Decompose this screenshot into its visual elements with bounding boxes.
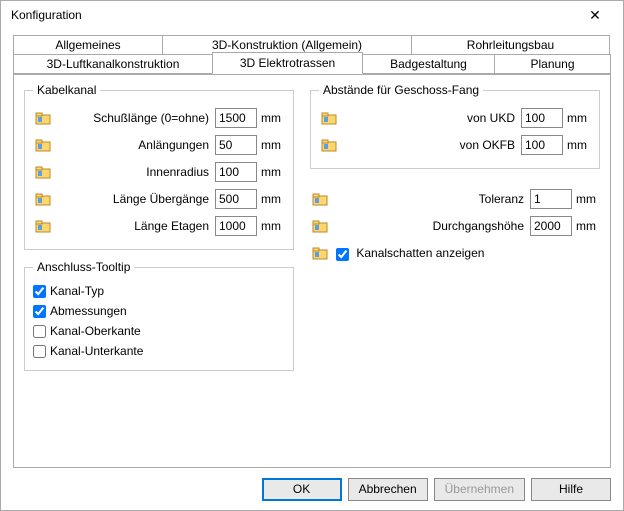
button-bar: OK Abbrechen Übernehmen Hilfe bbox=[1, 468, 623, 510]
folder-icon[interactable] bbox=[310, 218, 330, 234]
unit-anlaengungen: mm bbox=[257, 138, 285, 152]
label-kanalschatten: Kanalschatten anzeigen bbox=[356, 246, 484, 260]
content-area: Allgemeines 3D-Konstruktion (Allgemein) … bbox=[1, 29, 623, 468]
folder-icon[interactable] bbox=[310, 245, 330, 261]
row-kanalschatten: Kanalschatten anzeigen bbox=[310, 241, 600, 265]
tab-row-2: 3D-Luftkanalkonstruktion 3D Elektrotrass… bbox=[13, 54, 611, 74]
unit-uebergaenge: mm bbox=[257, 192, 285, 206]
unit-innenradius: mm bbox=[257, 165, 285, 179]
tab-rohrleitungsbau[interactable]: Rohrleitungsbau bbox=[411, 35, 610, 55]
legend-tooltip: Anschluss-Tooltip bbox=[33, 260, 134, 274]
check-kanalschatten[interactable] bbox=[336, 248, 349, 261]
input-innenradius[interactable] bbox=[215, 162, 257, 182]
label-innenradius: Innenradius bbox=[53, 165, 215, 179]
legend-kabelkanal: Kabelkanal bbox=[33, 83, 100, 97]
unit-etagen: mm bbox=[257, 219, 285, 233]
input-ukd[interactable] bbox=[521, 108, 563, 128]
row-etagen: Länge Etagen mm bbox=[33, 214, 285, 238]
label-uebergaenge: Länge Übergänge bbox=[53, 192, 215, 206]
label-kanaltyp: Kanal-Typ bbox=[50, 284, 104, 298]
folder-icon[interactable] bbox=[310, 191, 330, 207]
folder-icon[interactable] bbox=[33, 137, 53, 153]
group-abstaende: Abstände für Geschoss-Fang von UKD mm vo… bbox=[310, 83, 600, 169]
tab-3d-luftkanal[interactable]: 3D-Luftkanalkonstruktion bbox=[13, 54, 213, 74]
label-schusslaenge: Schußlänge (0=ohne) bbox=[53, 111, 215, 125]
window-title: Konfiguration bbox=[11, 8, 575, 22]
row-oberkante: Kanal-Oberkante bbox=[33, 322, 285, 340]
tab-badgestaltung[interactable]: Badgestaltung bbox=[362, 54, 495, 74]
row-anlaengungen: Anlängungen mm bbox=[33, 133, 285, 157]
help-button[interactable]: Hilfe bbox=[531, 478, 611, 501]
group-tooltip: Anschluss-Tooltip Kanal-Typ Abmessungen bbox=[24, 260, 294, 371]
apply-button[interactable]: Übernehmen bbox=[434, 478, 525, 501]
folder-icon[interactable] bbox=[33, 218, 53, 234]
check-abmessungen[interactable] bbox=[33, 305, 46, 318]
unit-durchgangshoehe: mm bbox=[572, 219, 600, 233]
input-okfb[interactable] bbox=[521, 135, 563, 155]
group-kabelkanal: Kabelkanal Schußlänge (0=ohne) mm Anläng… bbox=[24, 83, 294, 250]
row-abmessungen: Abmessungen bbox=[33, 302, 285, 320]
label-durchgangshoehe: Durchgangshöhe bbox=[330, 219, 530, 233]
folder-icon[interactable] bbox=[33, 164, 53, 180]
input-schusslaenge[interactable] bbox=[215, 108, 257, 128]
label-ukd: von UKD bbox=[339, 111, 521, 125]
ok-button[interactable]: OK bbox=[262, 478, 342, 501]
row-innenradius: Innenradius mm bbox=[33, 160, 285, 184]
folder-icon[interactable] bbox=[33, 110, 53, 126]
folder-icon[interactable] bbox=[319, 110, 339, 126]
row-okfb: von OKFB mm bbox=[319, 133, 591, 157]
row-toleranz: Toleranz mm bbox=[310, 187, 600, 211]
input-uebergaenge[interactable] bbox=[215, 189, 257, 209]
unit-toleranz: mm bbox=[572, 192, 600, 206]
row-durchgangshoehe: Durchgangshöhe mm bbox=[310, 214, 600, 238]
row-schusslaenge: Schußlänge (0=ohne) mm bbox=[33, 106, 285, 130]
close-button[interactable]: ✕ bbox=[575, 1, 615, 29]
unit-ukd: mm bbox=[563, 111, 591, 125]
input-durchgangshoehe[interactable] bbox=[530, 216, 572, 236]
folder-icon[interactable] bbox=[33, 191, 53, 207]
legend-abstaende: Abstände für Geschoss-Fang bbox=[319, 83, 483, 97]
folder-icon[interactable] bbox=[319, 137, 339, 153]
unit-okfb: mm bbox=[563, 138, 591, 152]
label-unterkante: Kanal-Unterkante bbox=[50, 344, 143, 358]
tab-panel: Kabelkanal Schußlänge (0=ohne) mm Anläng… bbox=[13, 74, 611, 468]
label-anlaengungen: Anlängungen bbox=[53, 138, 215, 152]
input-toleranz[interactable] bbox=[530, 189, 572, 209]
input-anlaengungen[interactable] bbox=[215, 135, 257, 155]
tab-planung[interactable]: Planung bbox=[494, 54, 611, 74]
check-unterkante[interactable] bbox=[33, 345, 46, 358]
check-kanaltyp[interactable] bbox=[33, 285, 46, 298]
label-oberkante: Kanal-Oberkante bbox=[50, 324, 141, 338]
label-toleranz: Toleranz bbox=[330, 192, 530, 206]
row-unterkante: Kanal-Unterkante bbox=[33, 342, 285, 360]
row-kanaltyp: Kanal-Typ bbox=[33, 282, 285, 300]
tabs: Allgemeines 3D-Konstruktion (Allgemein) … bbox=[13, 35, 611, 468]
titlebar: Konfiguration ✕ bbox=[1, 1, 623, 29]
input-etagen[interactable] bbox=[215, 216, 257, 236]
tab-allgemeines[interactable]: Allgemeines bbox=[13, 35, 163, 55]
label-okfb: von OKFB bbox=[339, 138, 521, 152]
check-oberkante[interactable] bbox=[33, 325, 46, 338]
config-dialog: Konfiguration ✕ Allgemeines 3D-Konstrukt… bbox=[0, 0, 624, 511]
cancel-button[interactable]: Abbrechen bbox=[348, 478, 428, 501]
label-abmessungen: Abmessungen bbox=[50, 304, 127, 318]
unit-schusslaenge: mm bbox=[257, 111, 285, 125]
tab-3d-elektrotrassen[interactable]: 3D Elektrotrassen bbox=[212, 52, 363, 74]
row-ukd: von UKD mm bbox=[319, 106, 591, 130]
label-etagen: Länge Etagen bbox=[53, 219, 215, 233]
row-uebergaenge: Länge Übergänge mm bbox=[33, 187, 285, 211]
